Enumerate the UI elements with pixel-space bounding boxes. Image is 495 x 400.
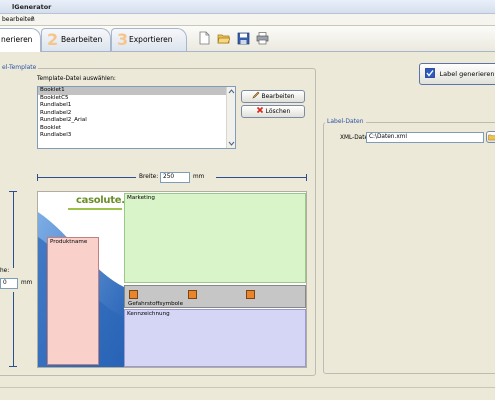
tab-label: Bearbeiten — [61, 35, 103, 44]
generate-label-button[interactable]: Label generieren — [419, 63, 495, 85]
list-item[interactable]: Rundlabel2 — [38, 110, 235, 118]
height-label: he: — [0, 268, 10, 274]
gefahrstoff-region[interactable]: Gefahrstoffsymbole — [124, 285, 306, 308]
list-item[interactable]: Booklet — [38, 125, 235, 133]
kennzeichnung-region[interactable]: Kennzeichnung — [124, 309, 306, 367]
browse-xml-button[interactable] — [486, 131, 495, 143]
list-item[interactable]: Booklet1 — [38, 87, 235, 95]
tab-exportieren[interactable]: 3 Exportieren — [111, 28, 187, 51]
checkbox-checked-icon — [425, 68, 436, 78]
window-title: lGenerator — [12, 3, 52, 11]
menu-item-help[interactable]: ? — [31, 16, 34, 23]
list-item[interactable]: Rundlabel1 — [38, 102, 235, 110]
new-document-icon[interactable] — [198, 31, 211, 45]
open-folder-icon[interactable] — [217, 31, 230, 45]
width-dimension-tick — [37, 174, 38, 181]
scroll-down-icon[interactable] — [227, 139, 236, 148]
width-field-group: Breite: 250 mm — [136, 171, 216, 183]
list-item[interactable]: Rundlabel2_Arial — [38, 117, 235, 125]
generate-label-text: Label generieren — [439, 70, 495, 78]
template-listbox[interactable]: Booklet1 BookletC5 Rundlabel1 Rundlabel2… — [37, 86, 236, 149]
height-dimension-tick — [9, 366, 17, 367]
xml-file-input[interactable]: C:\Daten.xml — [366, 132, 484, 143]
label-data-group-title: Label-Daten — [325, 118, 366, 125]
logo-underline — [68, 208, 122, 210]
gefahrstoff-label: Gefahrstoffsymbole — [128, 301, 184, 307]
edit-template-label: Bearbeiten — [261, 93, 295, 100]
listbox-scrollbar[interactable] — [226, 87, 235, 148]
scroll-up-icon[interactable] — [227, 87, 236, 96]
width-label: Breite: — [139, 174, 159, 180]
menu-bar: bearbeiten ? — [0, 14, 495, 26]
produktname-label: Produktname — [50, 239, 88, 245]
tab-label: nerieren — [1, 35, 33, 44]
marketing-region[interactable]: Marketing — [124, 193, 306, 283]
width-unit: mm — [193, 174, 205, 180]
pencil-icon — [251, 91, 259, 99]
tab-bearbeiten[interactable]: 2 Bearbeiten — [41, 28, 111, 51]
tab-label: Exportieren — [129, 35, 173, 44]
delete-template-button[interactable]: Löschen — [241, 105, 305, 118]
label-preview-canvas: casolute. Produktname Marketing Gefahrst… — [37, 191, 307, 368]
folder-icon — [488, 134, 495, 141]
tab-generieren[interactable]: nerieren — [0, 28, 41, 53]
template-file-label: Template-Datei auswählen: — [37, 76, 116, 82]
list-item[interactable]: Rundlabel3 — [38, 132, 235, 140]
tab-number: 3 — [117, 30, 129, 49]
height-field-group: he: 0 mm — [0, 268, 36, 292]
height-unit: mm — [21, 280, 33, 286]
produktname-region[interactable]: Produktname — [47, 237, 99, 365]
save-disk-icon[interactable] — [237, 31, 250, 45]
label-template-group-title: el-Template — [0, 64, 39, 71]
height-dimension-tick — [9, 191, 17, 192]
hazard-symbol — [188, 290, 197, 299]
print-icon[interactable] — [256, 31, 269, 45]
edit-template-button[interactable]: Bearbeiten — [241, 90, 305, 103]
width-input[interactable]: 250 — [160, 172, 190, 183]
hazard-symbol — [129, 290, 138, 299]
menu-item-bearbeiten[interactable]: bearbeiten — [2, 16, 35, 23]
height-input[interactable]: 0 — [0, 278, 18, 289]
title-bar: lGenerator — [0, 0, 495, 14]
delete-template-label: Löschen — [265, 108, 291, 115]
casolute-logo: casolute. — [76, 195, 125, 206]
delete-x-icon — [256, 106, 263, 114]
tab-number: 2 — [47, 30, 59, 49]
status-bar — [0, 387, 495, 400]
width-dimension-tick — [306, 174, 307, 181]
kennzeichnung-label: Kennzeichnung — [127, 311, 170, 317]
marketing-label: Marketing — [127, 195, 155, 201]
label-data-group — [323, 122, 495, 374]
hazard-symbol — [246, 290, 255, 299]
list-item[interactable]: BookletC5 — [38, 95, 235, 103]
